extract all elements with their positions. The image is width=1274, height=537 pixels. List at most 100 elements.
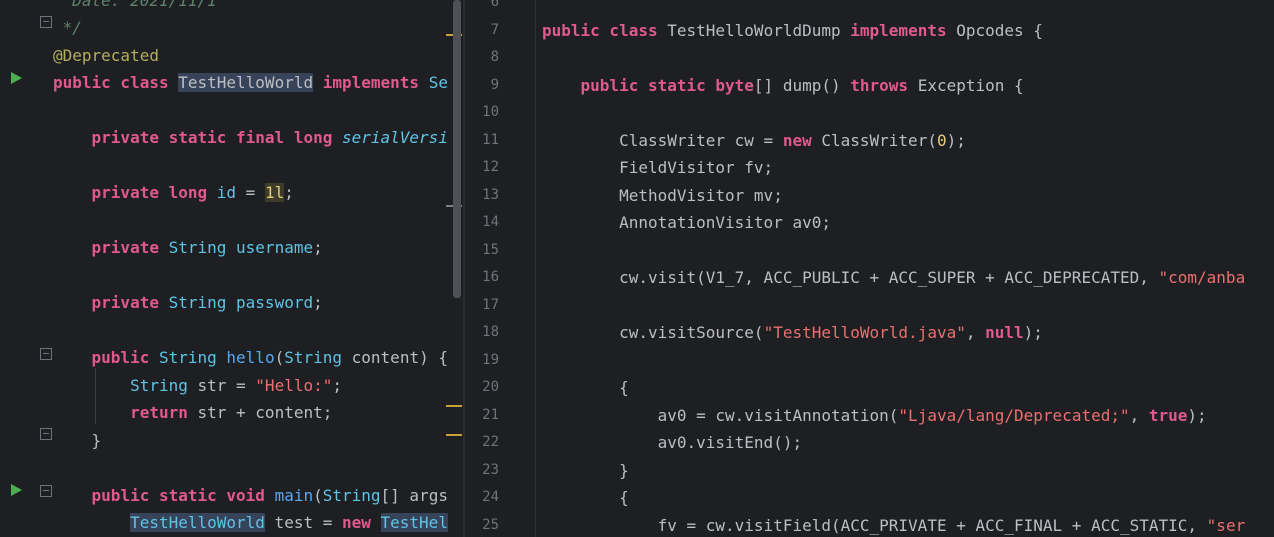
code-line[interactable]: Date: 2021/11/1 xyxy=(53,0,217,14)
code-token: return xyxy=(53,403,198,422)
code-token: ; xyxy=(313,293,323,312)
code-line[interactable]: FieldVisitor fv; xyxy=(542,154,773,182)
warning-marker xyxy=(446,434,462,436)
code-token: "Hello:" xyxy=(255,375,333,395)
run-class-icon[interactable] xyxy=(11,72,22,84)
line-number: 8 xyxy=(490,49,499,65)
code-line[interactable]: public class TestHelloWorldDump implemen… xyxy=(542,17,1043,45)
code-token: , xyxy=(1129,405,1149,425)
code-token: String xyxy=(168,238,227,257)
fold-icon[interactable] xyxy=(40,485,52,497)
code-token: fv = cw.visitField(ACC_PRIVATE + ACC_FIN… xyxy=(542,515,1207,535)
code-line[interactable]: public class TestHelloWorld implements S… xyxy=(53,69,448,97)
code-token: private static final long xyxy=(53,128,342,147)
code-token: @Deprecated xyxy=(53,45,159,65)
code-token: "Ljava/lang/Deprecated;" xyxy=(898,405,1130,425)
code-token: String xyxy=(158,348,217,367)
code-token: */ xyxy=(53,18,82,37)
code-token: [] args xyxy=(380,485,448,505)
code-token: throws xyxy=(850,75,918,95)
code-line[interactable]: public static void main(String[] args xyxy=(53,482,448,510)
code-token: public class xyxy=(53,73,179,92)
code-line[interactable]: public static byte[] dump() throws Excep… xyxy=(542,72,1024,100)
fold-icon[interactable] xyxy=(40,348,52,360)
code-line[interactable]: cw.visitSource("TestHelloWorld.java", nu… xyxy=(542,319,1043,347)
line-number: 21 xyxy=(482,406,499,423)
code-line[interactable]: private String username; xyxy=(53,234,323,262)
line-number: 10 xyxy=(482,104,499,120)
code-token: ); xyxy=(1187,405,1207,425)
code-line[interactable]: AnnotationVisitor av0; xyxy=(542,209,831,237)
code-token: Date: 2021/11/1 xyxy=(53,0,217,10)
code-token: true xyxy=(1148,405,1188,425)
code-token: 0 xyxy=(936,130,947,150)
line-number: 14 xyxy=(482,214,499,230)
line-number: 17 xyxy=(482,296,499,313)
code-token: public xyxy=(53,348,159,367)
code-line[interactable]: fv = cw.visitField(ACC_PRIVATE + ACC_FIN… xyxy=(542,512,1246,537)
code-token: implements xyxy=(850,20,957,40)
code-token: cw.visitSource( xyxy=(542,323,764,342)
code-token: } xyxy=(542,460,629,480)
code-token: String xyxy=(322,485,381,505)
code-line[interactable]: private String password; xyxy=(53,289,323,317)
code-token: "ser xyxy=(1206,515,1246,535)
code-line[interactable]: ClassWriter cw = new ClassWriter(0); xyxy=(542,127,966,155)
line-number: 16 xyxy=(482,269,499,285)
fold-icon[interactable] xyxy=(40,428,52,440)
code-token: content) { xyxy=(342,348,448,367)
code-token: , xyxy=(965,323,986,342)
code-line[interactable]: private long id = 1l; xyxy=(53,179,294,207)
code-line[interactable]: public String hello(String content) { xyxy=(53,344,448,372)
code-line[interactable]: } xyxy=(53,427,102,455)
code-token: str + content; xyxy=(197,403,333,422)
code-line[interactable]: private static final long serialVersi xyxy=(53,124,448,152)
code-token: serialVersi xyxy=(341,128,448,147)
code-token: String xyxy=(168,293,227,312)
line-number: 24 xyxy=(482,489,499,505)
code-token: { xyxy=(542,488,629,507)
code-token: new xyxy=(341,513,381,532)
code-token: ClassWriter( xyxy=(821,130,937,150)
code-token: "com/anba xyxy=(1158,268,1246,287)
code-token: private xyxy=(53,293,169,312)
code-line[interactable]: */ xyxy=(53,14,82,42)
code-token: null xyxy=(985,323,1024,342)
code-token: MethodVisitor mv; xyxy=(542,185,783,205)
code-token: "TestHelloWorld.java" xyxy=(763,323,966,342)
code-token: ); xyxy=(946,130,966,150)
line-number: 12 xyxy=(482,159,499,175)
fold-icon[interactable] xyxy=(40,16,52,28)
code-token: Se xyxy=(428,73,448,92)
vertical-scrollbar[interactable] xyxy=(453,0,461,298)
code-token: id xyxy=(216,183,237,202)
code-line[interactable]: av0.visitEnd(); xyxy=(542,429,803,457)
code-token: new xyxy=(782,130,822,150)
run-main-icon[interactable] xyxy=(11,484,22,496)
code-line[interactable]: { xyxy=(542,374,629,402)
code-token: ; xyxy=(332,375,342,395)
line-number: 7 xyxy=(490,21,499,38)
code-line[interactable]: MethodVisitor mv; xyxy=(542,182,783,210)
left-editor-pane[interactable]: Date: 2021/11/1 */ @Deprecated public clas… xyxy=(0,0,463,537)
code-token: Opcodes { xyxy=(956,20,1043,40)
code-line[interactable]: @Deprecated xyxy=(53,42,159,70)
code-token: private long xyxy=(53,183,217,202)
code-token: test = xyxy=(264,513,342,532)
code-line[interactable]: return str + content; xyxy=(53,399,332,427)
code-token: cw.visit(V1_7, ACC_PUBLIC + ACC_SUPER + … xyxy=(542,268,1159,287)
code-line[interactable]: av0 = cw.visitAnnotation("Ljava/lang/Dep… xyxy=(542,402,1207,430)
warning-marker xyxy=(446,405,462,407)
code-token: { xyxy=(542,378,629,397)
right-gutter: 6 7 8 9 10 11 12 13 14 15 16 17 18 19 20 21 22 23 24 25 xyxy=(465,0,536,537)
code-token: [] dump() xyxy=(753,75,851,95)
code-line[interactable]: { xyxy=(542,484,629,512)
code-line[interactable]: } xyxy=(542,457,629,485)
code-line[interactable]: TestHelloWorld test = new TestHel xyxy=(53,509,448,537)
code-line[interactable]: cw.visit(V1_7, ACC_PUBLIC + ACC_SUPER + … xyxy=(542,264,1245,292)
code-line[interactable]: String str = "Hello:"; xyxy=(53,372,342,400)
right-editor-pane[interactable]: 6 7 8 9 10 11 12 13 14 15 16 17 18 19 20 21 22 23 24 25 pub… xyxy=(465,0,1274,537)
